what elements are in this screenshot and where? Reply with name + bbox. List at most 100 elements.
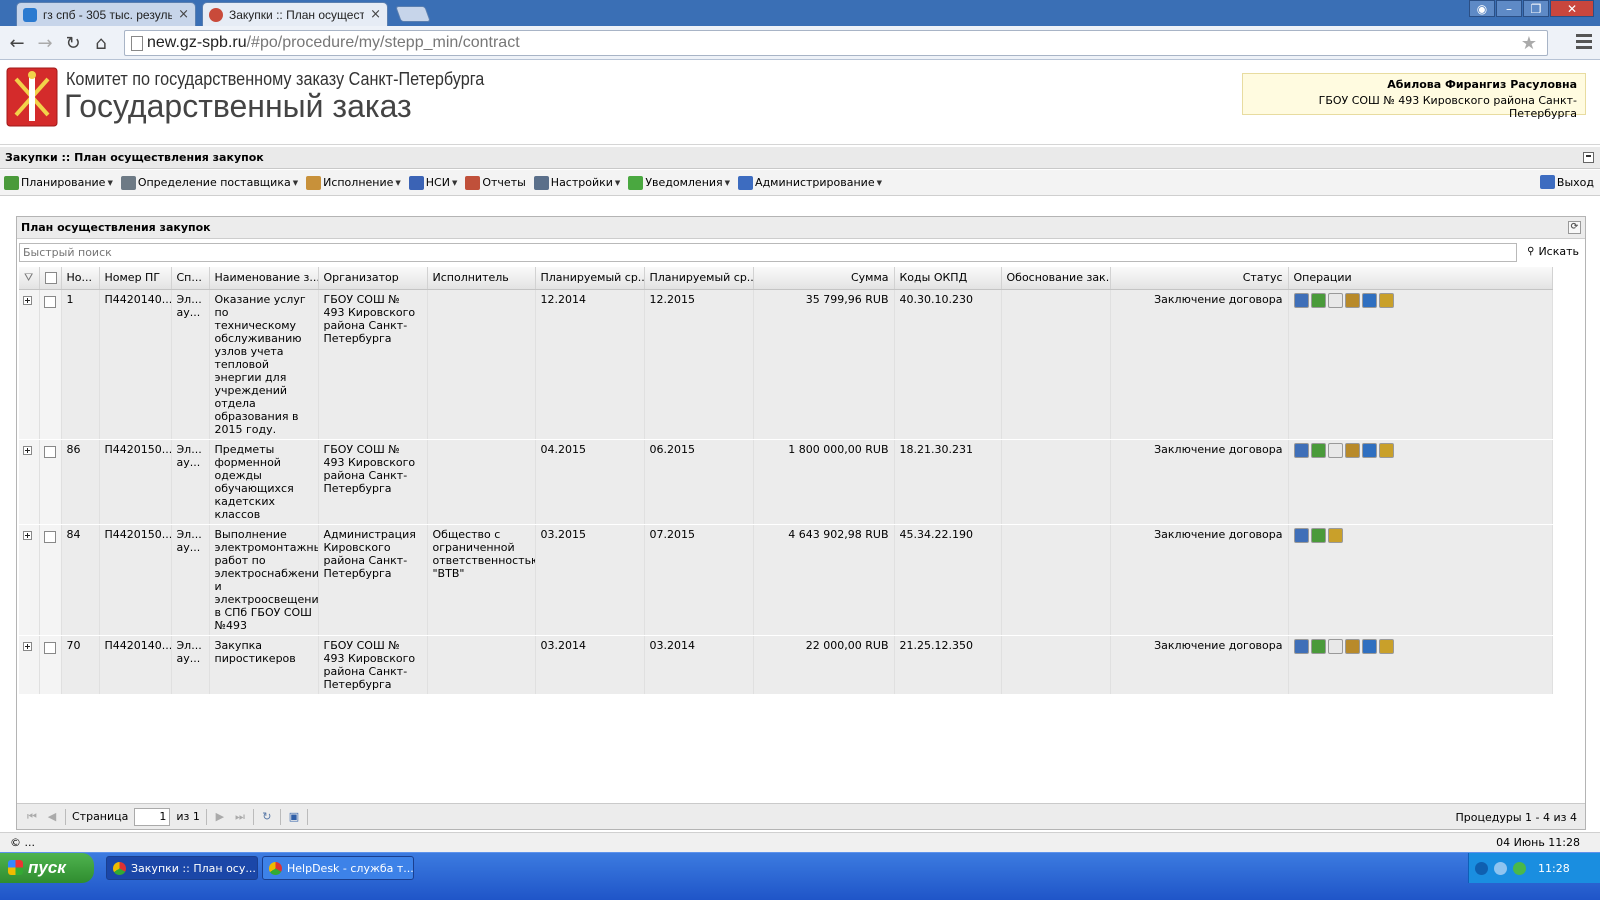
first-page-icon[interactable]: ⏮ (25, 810, 39, 824)
security-icon[interactable] (1513, 861, 1526, 875)
expand-cell[interactable] (19, 289, 40, 440)
col-pg-number[interactable]: Номер ПГ (99, 267, 172, 290)
col-okpd[interactable]: Коды ОКПД (894, 267, 1002, 290)
taskbar-item-zakupki[interactable]: Закупки :: План осу... (106, 856, 258, 880)
chart-icon[interactable] (1293, 638, 1309, 654)
next-page-icon[interactable]: ▶ (213, 810, 227, 824)
browser-tab-search[interactable]: гз спб - 305 тыс. результат × (16, 2, 196, 26)
scroll-icon[interactable] (1378, 292, 1394, 308)
start-button[interactable]: пуск (0, 853, 94, 883)
col-executor[interactable]: Исполнитель (427, 267, 536, 290)
home-icon[interactable]: ⌂ (90, 32, 112, 54)
col-planned-start[interactable]: Планируемый ср... (535, 267, 645, 290)
emblem-icon[interactable] (1344, 292, 1360, 308)
col-sum[interactable]: Сумма (753, 267, 895, 290)
table-row[interactable]: 70 П4420140... Эл... ау... Закупка пиростик… (19, 635, 1553, 695)
expand-icon[interactable] (23, 445, 32, 455)
col-num[interactable]: Но... (61, 267, 100, 290)
document-icon[interactable] (1327, 638, 1343, 654)
table-row[interactable]: 1 П4420140... Эл... ау... Оказание услуг по… (19, 289, 1553, 440)
select-cell[interactable] (39, 289, 62, 440)
gear-icon[interactable] (1310, 527, 1326, 543)
gear-icon[interactable] (1310, 638, 1326, 654)
expand-cell[interactable] (19, 439, 40, 525)
menu-item-6[interactable]: Уведомления ▼ (628, 175, 730, 190)
gear-icon[interactable] (1310, 442, 1326, 458)
menu-item-1[interactable]: Определение поставщика ▼ (120, 175, 298, 190)
taskbar-item-helpdesk[interactable]: HelpDesk - служба т... (262, 856, 414, 880)
col-planned-end[interactable]: Планируемый ср... (644, 267, 754, 290)
document-icon[interactable] (1327, 292, 1343, 308)
tray-arrow-icon[interactable] (1475, 861, 1488, 875)
back-icon[interactable]: ← (6, 32, 28, 54)
close-icon[interactable]: × (370, 7, 381, 22)
browser-menu-icon[interactable] (1576, 34, 1592, 50)
reload-icon[interactable]: ↻ (62, 32, 84, 54)
gear-icon[interactable] (1310, 292, 1326, 308)
reload-grid-icon[interactable]: ↻ (260, 810, 274, 824)
menu-item-3[interactable]: НСИ ▼ (408, 175, 457, 190)
emblem-icon[interactable] (1344, 638, 1360, 654)
logout-button[interactable]: Выход (1539, 175, 1594, 189)
search-button[interactable]: ⚲ Искать (1527, 245, 1579, 258)
document-icon[interactable] (1327, 442, 1343, 458)
menu-item-4[interactable]: Отчеты (465, 175, 526, 190)
table-row[interactable]: 84 П4420150... Эл... ау... Выполнение элект… (19, 524, 1553, 636)
chart-icon[interactable] (1293, 527, 1309, 543)
scroll-icon[interactable] (1378, 638, 1394, 654)
menu-item-5[interactable]: Настройки ▼ (533, 175, 620, 190)
address-bar[interactable]: new.gz-spb.ru/#po/procedure/my/stepp_min… (124, 30, 1548, 56)
col-status[interactable]: Статус (1110, 267, 1289, 290)
select-all-header[interactable] (39, 267, 62, 290)
menu-item-7[interactable]: Администрирование ▼ (738, 175, 882, 190)
close-window-button[interactable]: ✕ (1550, 0, 1594, 17)
col-method[interactable]: Сп... (171, 267, 210, 290)
select-cell[interactable] (39, 439, 62, 525)
prev-page-icon[interactable]: ◀ (45, 810, 59, 824)
minimize-button[interactable]: – (1496, 0, 1522, 17)
col-name[interactable]: Наименование з... (209, 267, 319, 290)
collapse-icon[interactable] (1583, 152, 1594, 163)
browser-tab-active[interactable]: Закупки :: План осуществ × (202, 2, 388, 26)
new-tab-button[interactable] (395, 6, 431, 22)
col-basis[interactable]: Обоснование зак... (1001, 267, 1111, 290)
network-icon[interactable] (1494, 861, 1507, 875)
expand-icon[interactable] (23, 295, 32, 305)
expand-icon[interactable] (23, 641, 32, 651)
expand-icon[interactable] (23, 530, 32, 540)
maximize-button[interactable]: ❐ (1523, 0, 1549, 17)
search-input[interactable] (19, 243, 1517, 262)
menu-item-2[interactable]: Исполнение ▼ (306, 175, 401, 190)
save-icon[interactable]: ▣ (287, 810, 301, 824)
user-icon[interactable]: ◉ (1469, 0, 1495, 17)
table-row[interactable]: 86 П4420150... Эл... ау... Предметы форменн… (19, 439, 1553, 525)
calendar-icon[interactable] (1361, 638, 1377, 654)
last-page-icon[interactable]: ⏭ (233, 810, 247, 824)
page-number-input[interactable] (134, 807, 171, 826)
expand-cell[interactable] (19, 635, 40, 695)
col-operations[interactable]: Операции (1288, 267, 1553, 290)
col-organizer[interactable]: Организатор (318, 267, 428, 290)
expand-cell[interactable] (19, 524, 40, 636)
calendar-icon[interactable] (1361, 292, 1377, 308)
row-checkbox[interactable] (43, 445, 56, 458)
close-icon[interactable]: × (178, 7, 189, 22)
menu-item-0[interactable]: Планирование ▼ (4, 175, 113, 190)
select-cell[interactable] (39, 524, 62, 636)
chart-icon[interactable] (1293, 292, 1309, 308)
forward-icon[interactable]: → (34, 32, 56, 54)
refresh-icon[interactable]: ⟳ (1568, 221, 1581, 234)
select-all-checkbox[interactable] (44, 271, 57, 284)
select-cell[interactable] (39, 635, 62, 695)
bookmark-star-icon[interactable]: ★ (1521, 33, 1537, 54)
scroll-icon[interactable] (1378, 442, 1394, 458)
filter-icon-header[interactable]: ⛛ (19, 267, 40, 290)
row-checkbox[interactable] (43, 641, 56, 654)
calendar-icon[interactable] (1361, 442, 1377, 458)
emblem-icon[interactable] (1344, 442, 1360, 458)
row-checkbox[interactable] (43, 530, 56, 543)
row-checkbox[interactable] (43, 295, 56, 308)
user-name[interactable]: Абилова Фирангиз Расуловна (1251, 78, 1577, 91)
scroll-icon[interactable] (1327, 527, 1343, 543)
chart-icon[interactable] (1293, 442, 1309, 458)
